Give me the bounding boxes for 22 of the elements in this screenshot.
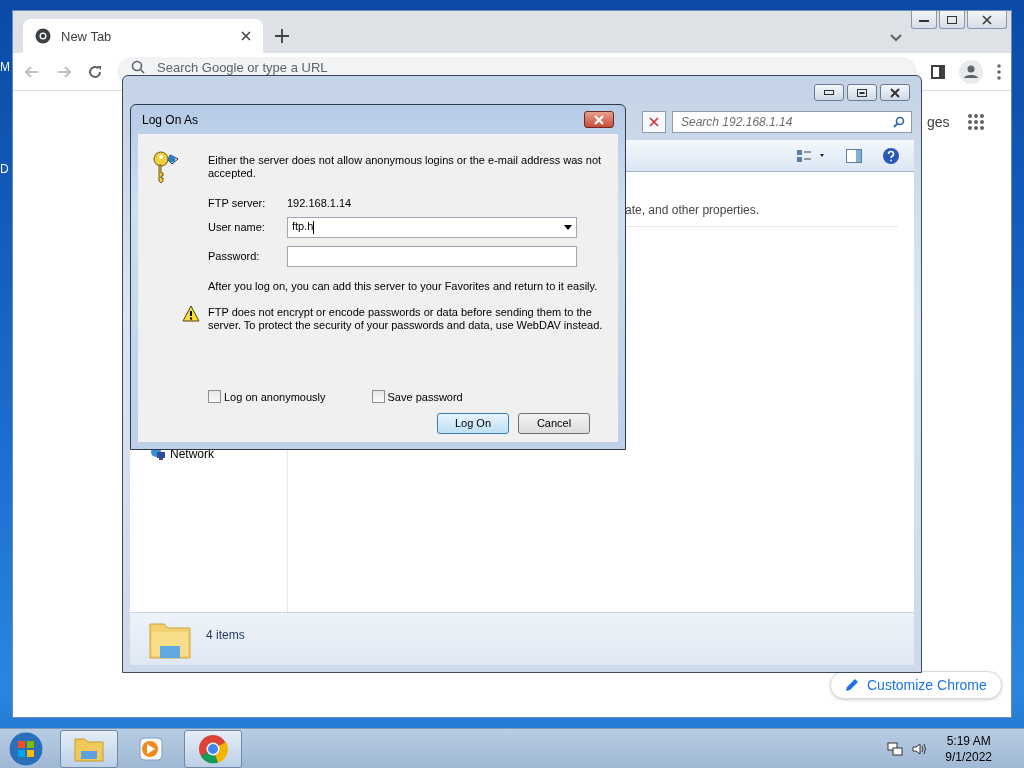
browser-tab[interactable]: New Tab	[23, 19, 263, 53]
customize-chrome-button[interactable]: Customize Chrome	[830, 671, 1002, 699]
field-label: User name:	[208, 221, 266, 234]
server-address: 192.168.1.14	[287, 196, 353, 209]
field-label: FTP server:	[208, 196, 267, 209]
clock[interactable]: 5:19 AM 9/1/2022	[945, 732, 992, 765]
images-link[interactable]: ges	[927, 114, 950, 130]
item-count: 4 items	[206, 628, 245, 642]
checkbox-label[interactable]: Save password	[387, 390, 463, 403]
field-label: Password:	[208, 250, 261, 263]
dialog-button[interactable]: Cancel	[518, 412, 590, 434]
info-text: After you log on, you can add this server to your Favorites and return to it easily.	[208, 280, 599, 293]
dialog-button[interactable]: Log On	[437, 412, 509, 434]
desktop-icon-label: M	[0, 60, 10, 74]
tab-title: New Tab	[61, 28, 113, 44]
error-message: Either the server does not allow anonymous logins or the e-mail address was not accepted.	[208, 153, 603, 181]
search-field[interactable]: Search 192.168.1.14	[672, 111, 912, 133]
username-field[interactable]: ftp.h	[287, 216, 577, 238]
warning-text: FTP does not encrypt or encode passwords or data before sending them to the server. To protect the security of your passwords and data, use WebDAV instead.	[208, 305, 604, 332]
dialog-title: Log On As	[142, 112, 199, 127]
desktop-icon-label: D	[0, 162, 9, 176]
checkbox-label[interactable]: Log on anonymously	[224, 390, 326, 403]
